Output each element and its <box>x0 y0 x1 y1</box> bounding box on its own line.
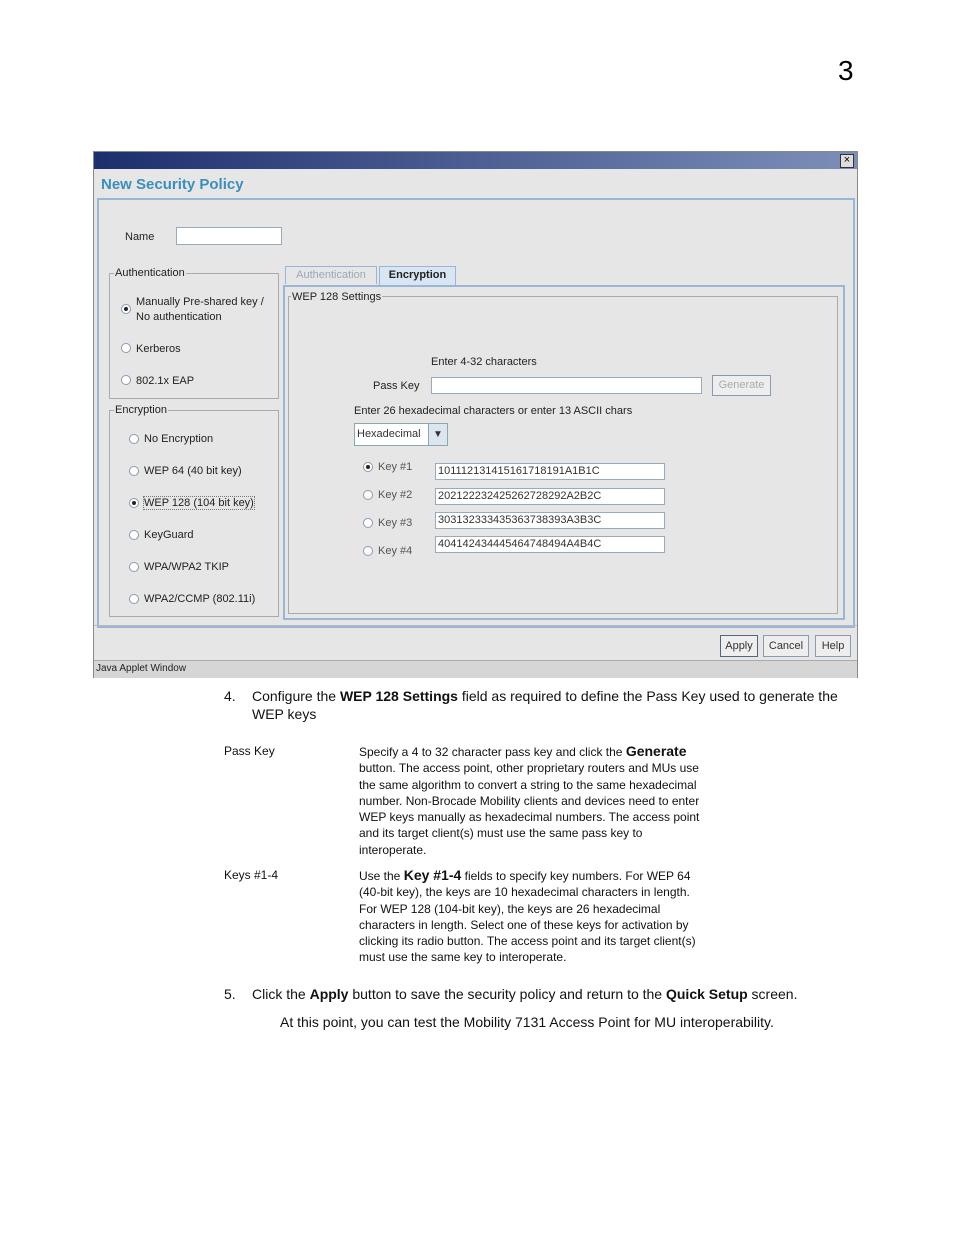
auth-option-label: 802.1x EAP <box>136 375 195 387</box>
note-text: At this point, you can test the Mobility… <box>280 1014 774 1030</box>
text-line: clicking its radio button. The access po… <box>359 934 696 949</box>
text-bold: WEP 128 Settings <box>339 688 458 704</box>
tab-authentication[interactable]: Authentication <box>285 266 377 284</box>
passkey-input[interactable] <box>431 377 702 394</box>
text-line: For WEP 128 (104-bit key), the keys are … <box>359 901 661 916</box>
text-line: (40-bit key), the keys are 10 hexadecima… <box>359 885 690 900</box>
step-4-text: Configure the WEP 128 Settings field as … <box>252 688 892 704</box>
radio-auth-kerberos[interactable] <box>121 343 131 353</box>
generate-button[interactable]: Generate <box>712 375 771 396</box>
chapter-number: 3 <box>838 55 854 86</box>
help-button[interactable]: Help <box>815 635 851 657</box>
passkey-description: Specify a 4 to 32 character pass key and… <box>359 743 739 858</box>
step-4-text-cont: WEP keys <box>252 706 317 722</box>
text-line: and its target client(s) must use the sa… <box>359 826 643 841</box>
radio-key-2[interactable] <box>363 490 373 500</box>
radio-auth-preshared[interactable] <box>121 304 131 314</box>
radio-key-4[interactable] <box>363 546 373 556</box>
cancel-button[interactable]: Cancel <box>763 635 809 657</box>
status-bar <box>94 660 857 678</box>
tab-encryption[interactable]: Encryption <box>379 266 456 286</box>
radio-wpa-tkip[interactable] <box>129 562 139 572</box>
apply-button[interactable]: Apply <box>720 635 758 657</box>
text-line: button. The access point, other propriet… <box>359 761 699 776</box>
auth-option-label: Kerberos <box>136 343 181 355</box>
step-5-text: Click the Apply button to save the secur… <box>252 986 912 1002</box>
text-bold: Quick Setup <box>665 986 748 1002</box>
encryption-option-label: KeyGuard <box>144 529 194 541</box>
key-label: Key #2 <box>378 489 413 501</box>
security-policy-window: × New Security Policy Name Authenticatio… <box>93 151 858 678</box>
passkey-label: Pass Key <box>373 380 420 392</box>
text-bold: Generate <box>625 743 687 759</box>
text-line: WEP keys manually as hexadecimal numbers… <box>359 810 700 825</box>
auth-option-label: No authentication <box>136 311 222 323</box>
key-1-input[interactable]: 101112131415161718191A1B1C <box>435 463 665 480</box>
text-line: number. Non-Brocade Mobility clients and… <box>359 793 700 808</box>
radio-wpa2-ccmp[interactable] <box>129 594 139 604</box>
text: Specify a 4 to 32 character pass key and… <box>359 745 626 759</box>
close-icon[interactable]: × <box>840 154 854 168</box>
text-line: the same algorithm to convert a string t… <box>359 777 697 792</box>
text: fields to specify key numbers. For WEP 6… <box>461 869 691 883</box>
radio-auth-eap[interactable] <box>121 375 131 385</box>
radio-wep64[interactable] <box>129 466 139 476</box>
key-4-input[interactable]: 404142434445464748494A4B4C <box>435 536 665 553</box>
radio-key-1[interactable] <box>363 462 373 472</box>
encryption-legend: Encryption <box>114 404 168 416</box>
format-select[interactable]: Hexadecimal ▼ <box>354 423 448 446</box>
wep-settings-legend: WEP 128 Settings <box>291 291 383 303</box>
text-bold: Key #1-4 <box>403 867 462 883</box>
text: screen. <box>747 986 798 1002</box>
text: button to save the security policy and r… <box>348 986 666 1002</box>
wep-settings-group <box>288 296 838 614</box>
key-label: Key #1 <box>378 461 413 473</box>
radio-keyguard[interactable] <box>129 530 139 540</box>
key-label: Key #4 <box>378 545 413 557</box>
step-number: 5. <box>224 986 236 1002</box>
encryption-option-label: WPA2/CCMP (802.11i) <box>144 593 256 605</box>
name-input[interactable] <box>176 227 282 245</box>
text: Configure the <box>252 688 340 704</box>
authentication-legend: Authentication <box>114 267 186 279</box>
format-select-value: Hexadecimal <box>357 428 421 440</box>
term-keys: Keys #1-4 <box>224 868 279 882</box>
encryption-option-label: WEP 64 (40 bit key) <box>144 465 242 477</box>
title-bar <box>94 152 857 169</box>
key-3-input[interactable]: 303132333435363738393A3B3C <box>435 512 665 529</box>
term-passkey: Pass Key <box>224 744 275 758</box>
window-title: New Security Policy <box>101 176 244 193</box>
text-line: characters in length. Select one of thes… <box>359 917 689 932</box>
name-label: Name <box>125 231 155 243</box>
text: Use the <box>359 869 404 883</box>
key-2-input[interactable]: 202122232425262728292A2B2C <box>435 488 665 505</box>
encryption-option-label: WPA/WPA2 TKIP <box>144 561 229 573</box>
document-page: 3 × New Security Policy Name Authenticat… <box>0 0 954 1235</box>
key-label: Key #3 <box>378 517 413 529</box>
hex-hint: Enter 26 hexadecimal characters or enter… <box>354 405 633 417</box>
encryption-option-label: WEP 128 (104 bit key) <box>143 496 255 510</box>
keys-description: Use the Key #1-4 fields to specify key n… <box>359 867 739 966</box>
radio-no-encryption[interactable] <box>129 434 139 444</box>
text-line: interoperate. <box>359 842 427 857</box>
radio-wep128[interactable] <box>129 498 139 508</box>
text: Click the <box>252 986 310 1002</box>
text-line: must use the same key to interoperate. <box>359 950 567 965</box>
step-number: 4. <box>224 688 236 704</box>
text: field as required to define the Pass Key… <box>457 688 838 704</box>
radio-key-3[interactable] <box>363 518 373 528</box>
passkey-hint: Enter 4-32 characters <box>431 356 537 368</box>
text-bold: Apply <box>309 986 349 1002</box>
chevron-down-icon[interactable]: ▼ <box>428 424 447 445</box>
divider <box>94 625 857 626</box>
auth-option-label: Manually Pre-shared key / <box>136 296 264 308</box>
status-text: Java Applet Window <box>96 663 187 674</box>
encryption-option-label: No Encryption <box>144 433 214 445</box>
